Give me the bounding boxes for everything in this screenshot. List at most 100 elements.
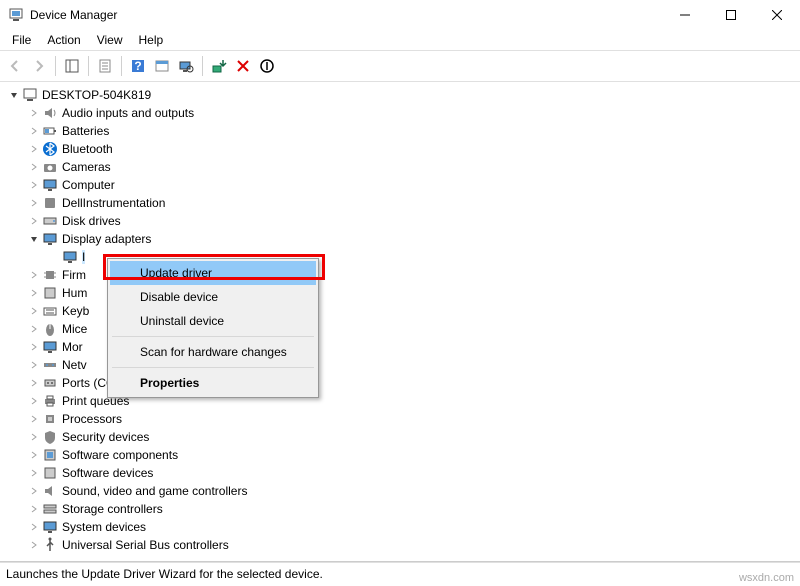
tree-item-label: Batteries [62,124,109,138]
context-update-driver[interactable]: Update driver [110,261,316,285]
tree-item-label: Keyb [62,304,89,318]
chevron-right-icon[interactable] [28,377,40,389]
uninstall-button[interactable] [232,55,254,77]
update-driver-button[interactable] [208,55,230,77]
chevron-right-icon[interactable] [28,503,40,515]
menu-view[interactable]: View [89,31,131,49]
chevron-right-icon[interactable] [28,521,40,533]
tree-item-software-devices[interactable]: Software devices [28,464,800,482]
tree-item-cameras[interactable]: Cameras [28,158,800,176]
tree-item-label: Mice [62,322,87,336]
chevron-right-icon[interactable] [28,179,40,191]
menu-file[interactable]: File [4,31,39,49]
tree-item-label: System devices [62,520,146,534]
cpu-icon [42,411,58,427]
menu-help[interactable]: Help [131,31,172,49]
tree-item-software-components[interactable]: Software components [28,446,800,464]
chevron-right-icon[interactable] [28,143,40,155]
tree-item-label: Storage controllers [62,502,163,516]
tree-item-label: Audio inputs and outputs [62,106,194,120]
tree-item-label: Mor [62,340,83,354]
menu-bar: File Action View Help [0,30,800,50]
show-hide-tree-button[interactable] [61,55,83,77]
chevron-right-icon[interactable] [28,323,40,335]
chevron-down-icon[interactable] [8,89,20,101]
maximize-button[interactable] [708,0,754,30]
chevron-right-icon[interactable] [28,215,40,227]
monitor-icon [42,339,58,355]
chevron-right-icon[interactable] [28,395,40,407]
forward-button[interactable] [28,55,50,77]
tree-item-computer[interactable]: Computer [28,176,800,194]
disable-button[interactable] [256,55,278,77]
chevron-right-icon[interactable] [28,539,40,551]
context-properties[interactable]: Properties [110,371,316,395]
hid-icon [42,285,58,301]
tree-item-label: Universal Serial Bus controllers [62,538,229,552]
scan-hardware-button[interactable] [175,55,197,77]
chevron-right-icon[interactable] [28,449,40,461]
tree-root[interactable]: DESKTOP-504K819 [8,86,800,104]
tree-item-bluetooth[interactable]: Bluetooth [28,140,800,158]
expander-empty [48,251,60,263]
chevron-right-icon[interactable] [28,485,40,497]
software-device-icon [42,465,58,481]
action-button[interactable] [151,55,173,77]
chevron-down-icon[interactable] [28,233,40,245]
printer-icon [42,393,58,409]
tree-item-label: I [82,250,85,264]
tree-item-label: Computer [62,178,115,192]
storage-icon [42,501,58,517]
port-icon [42,375,58,391]
menu-action[interactable]: Action [39,31,88,49]
chevron-right-icon[interactable] [28,161,40,173]
tree-item-security[interactable]: Security devices [28,428,800,446]
bluetooth-icon [42,141,58,157]
tree-item-label: Hum [62,286,87,300]
tree-item-system-devices[interactable]: System devices [28,518,800,536]
tree-item-disk-drives[interactable]: Disk drives [28,212,800,230]
system-icon [42,519,58,535]
tree-item-dellinstrumentation[interactable]: DellInstrumentation [28,194,800,212]
chevron-right-icon[interactable] [28,125,40,137]
chevron-right-icon[interactable] [28,431,40,443]
chevron-right-icon[interactable] [28,341,40,353]
context-scan-hardware[interactable]: Scan for hardware changes [110,340,316,364]
help-button[interactable]: ? [127,55,149,77]
properties-button[interactable] [94,55,116,77]
chevron-right-icon[interactable] [28,413,40,425]
tree-item-label: Netv [62,358,87,372]
chevron-right-icon[interactable] [28,197,40,209]
tree-item-sound-controllers[interactable]: Sound, video and game controllers [28,482,800,500]
tree-item-storage-controllers[interactable]: Storage controllers [28,500,800,518]
chevron-right-icon[interactable] [28,287,40,299]
tree-item-label: Bluetooth [62,142,113,156]
disk-icon [42,213,58,229]
minimize-button[interactable] [662,0,708,30]
context-uninstall-device[interactable]: Uninstall device [110,309,316,333]
chevron-right-icon[interactable] [28,269,40,281]
close-button[interactable] [754,0,800,30]
tree-item-label: Sound, video and game controllers [62,484,247,498]
tree-item-display-adapters[interactable]: Display adapters [28,230,800,248]
tree-item-audio[interactable]: Audio inputs and outputs [28,104,800,122]
tree-item-batteries[interactable]: Batteries [28,122,800,140]
window-controls [662,0,800,29]
status-bar: Launches the Update Driver Wizard for th… [0,562,800,584]
tree-item-processors[interactable]: Processors [28,410,800,428]
chevron-right-icon[interactable] [28,359,40,371]
chevron-right-icon[interactable] [28,305,40,317]
window-title: Device Manager [30,8,662,22]
usb-icon [42,537,58,553]
context-disable-device[interactable]: Disable device [110,285,316,309]
context-separator [112,367,314,368]
chevron-right-icon[interactable] [28,467,40,479]
back-button[interactable] [4,55,26,77]
display-adapter-icon [42,231,58,247]
chevron-right-icon[interactable] [28,107,40,119]
tree-item-label: Software components [62,448,178,462]
tree-item-label: Firm [62,268,86,282]
computer-icon [22,87,38,103]
tree-item-usb-controllers[interactable]: Universal Serial Bus controllers [28,536,800,554]
toolbar-separator [55,56,56,76]
